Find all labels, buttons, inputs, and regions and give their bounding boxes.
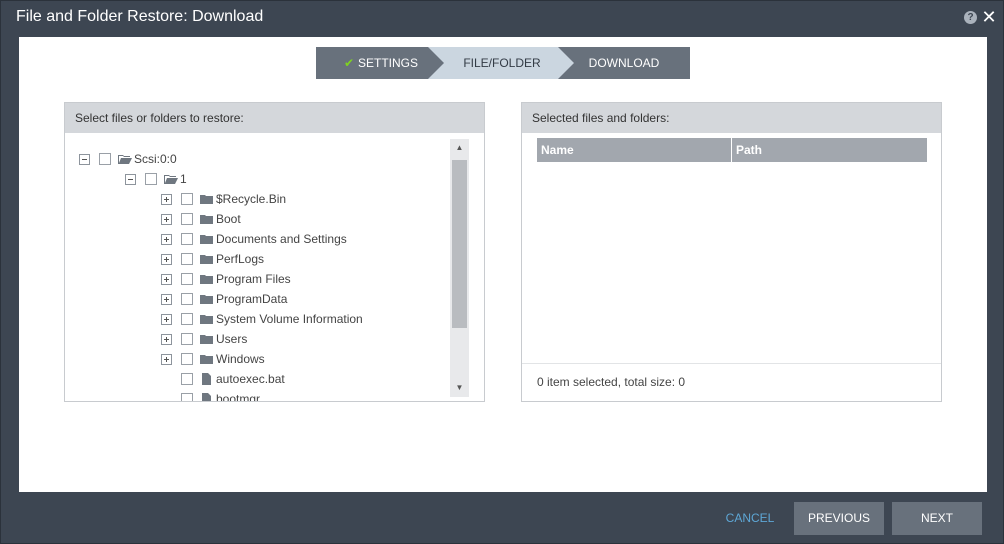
tree-item[interactable]: Scsi:0:0: [79, 149, 177, 169]
tree-item[interactable]: ProgramData: [161, 289, 287, 309]
tree-item-label: bootmgr: [216, 392, 261, 401]
tree-item-checkbox[interactable]: [145, 173, 157, 185]
tree-item-checkbox[interactable]: [181, 233, 193, 245]
tree-item[interactable]: Users: [161, 329, 247, 349]
tree-item[interactable]: Program Files: [161, 269, 291, 289]
tree-item-checkbox[interactable]: [181, 393, 193, 401]
step-download-label: DOWNLOAD: [588, 56, 660, 70]
tree-item-label: 1: [180, 172, 187, 186]
source-tree-header: Select files or folders to restore:: [65, 103, 484, 133]
column-name[interactable]: Name: [537, 138, 732, 162]
source-tree-panel: Select files or folders to restore: Scsi…: [64, 102, 485, 402]
dialog-title: File and Folder Restore: Download: [16, 8, 264, 25]
tree-spacer: [161, 373, 172, 385]
tree-item-label: $Recycle.Bin: [216, 192, 287, 206]
file-icon: [200, 373, 214, 385]
folder-icon: [200, 273, 214, 285]
collapse-icon[interactable]: [79, 153, 90, 165]
tree-item[interactable]: 1: [125, 169, 187, 189]
expand-icon[interactable]: [161, 253, 172, 265]
next-button[interactable]: NEXT: [892, 502, 982, 535]
wizard-steps: ✔ SETTINGS FILE/FOLDER DOWNLOAD: [316, 47, 690, 79]
column-path[interactable]: Path: [732, 138, 927, 162]
title-bar: File and Folder Restore: Download ? ✕: [1, 1, 1004, 35]
step-download[interactable]: DOWNLOAD: [558, 47, 690, 79]
tree-item-label: Windows: [216, 352, 265, 366]
tree-item[interactable]: Boot: [161, 209, 241, 229]
file-tree: Scsi:0:0 1 $Recycle.Bin Boot Documents and S…: [65, 133, 450, 401]
folder-open-icon: [164, 173, 178, 185]
collapse-icon[interactable]: [125, 173, 136, 185]
tree-item-checkbox[interactable]: [181, 253, 193, 265]
selected-items-panel: Selected files and folders: Name Path 0 …: [521, 102, 942, 402]
tree-item-checkbox[interactable]: [181, 353, 193, 365]
expand-icon[interactable]: [161, 293, 172, 305]
tree-item-label: Boot: [216, 212, 241, 226]
step-settings[interactable]: ✔ SETTINGS: [316, 47, 446, 79]
tree-item-checkbox[interactable]: [181, 333, 193, 345]
tree-item[interactable]: PerfLogs: [161, 249, 264, 269]
tree-item-checkbox[interactable]: [181, 273, 193, 285]
tree-item-checkbox[interactable]: [181, 193, 193, 205]
previous-button[interactable]: PREVIOUS: [794, 502, 884, 535]
tree-scrollbar[interactable]: ▲ ▼: [450, 139, 469, 397]
help-icon[interactable]: ?: [964, 11, 977, 24]
tree-item-label: Users: [216, 332, 248, 346]
selected-table-header: Name Path: [537, 138, 927, 162]
tree-item[interactable]: bootmgr: [161, 389, 260, 401]
tree-item-label: ProgramData: [216, 292, 288, 306]
tree-spacer: [161, 393, 172, 401]
expand-icon[interactable]: [161, 213, 172, 225]
tree-item-label: System Volume Information: [216, 312, 363, 326]
tree-item[interactable]: autoexec.bat: [161, 369, 285, 389]
folder-icon: [200, 333, 214, 345]
folder-icon: [200, 213, 214, 225]
cancel-button[interactable]: CANCEL: [719, 502, 781, 535]
check-icon: ✔: [343, 56, 355, 70]
step-settings-label: SETTINGS: [358, 56, 419, 70]
tree-item-checkbox[interactable]: [181, 293, 193, 305]
scroll-down-icon[interactable]: ▼: [450, 379, 469, 397]
tree-item-checkbox[interactable]: [181, 373, 193, 385]
selection-summary: 0 item selected, total size: 0: [522, 363, 941, 401]
expand-icon[interactable]: [161, 313, 172, 325]
folder-icon: [200, 233, 214, 245]
folder-icon: [200, 353, 214, 365]
close-icon[interactable]: ✕: [981, 7, 997, 27]
folder-icon: [200, 293, 214, 305]
tree-item[interactable]: Windows: [161, 349, 265, 369]
tree-item-checkbox[interactable]: [181, 313, 193, 325]
step-file-folder[interactable]: FILE/FOLDER: [428, 47, 576, 79]
tree-item-label: Scsi:0:0: [134, 152, 177, 166]
folder-icon: [200, 193, 214, 205]
file-icon: [200, 393, 214, 401]
folder-icon: [200, 313, 214, 325]
scroll-up-icon[interactable]: ▲: [450, 139, 469, 157]
restore-dialog: File and Folder Restore: Download ? ✕ ✔ S…: [0, 0, 1004, 544]
tree-item[interactable]: System Volume Information: [161, 309, 363, 329]
scroll-thumb[interactable]: [452, 160, 467, 328]
expand-icon[interactable]: [161, 193, 172, 205]
selected-items-header: Selected files and folders:: [522, 103, 941, 133]
expand-icon[interactable]: [161, 233, 172, 245]
dialog-content: ✔ SETTINGS FILE/FOLDER DOWNLOAD Select fi…: [19, 37, 987, 492]
tree-item[interactable]: $Recycle.Bin: [161, 189, 286, 209]
folder-icon: [200, 253, 214, 265]
expand-icon[interactable]: [161, 273, 172, 285]
tree-item-checkbox[interactable]: [99, 153, 111, 165]
expand-icon[interactable]: [161, 353, 172, 365]
folder-open-icon: [118, 153, 132, 165]
tree-item-label: Program Files: [216, 272, 291, 286]
tree-item-checkbox[interactable]: [181, 213, 193, 225]
tree-item[interactable]: Documents and Settings: [161, 229, 347, 249]
tree-item-label: PerfLogs: [216, 252, 265, 266]
step-file-folder-label: FILE/FOLDER: [463, 56, 541, 70]
tree-item-label: autoexec.bat: [216, 372, 285, 386]
tree-item-label: Documents and Settings: [216, 232, 347, 246]
expand-icon[interactable]: [161, 333, 172, 345]
